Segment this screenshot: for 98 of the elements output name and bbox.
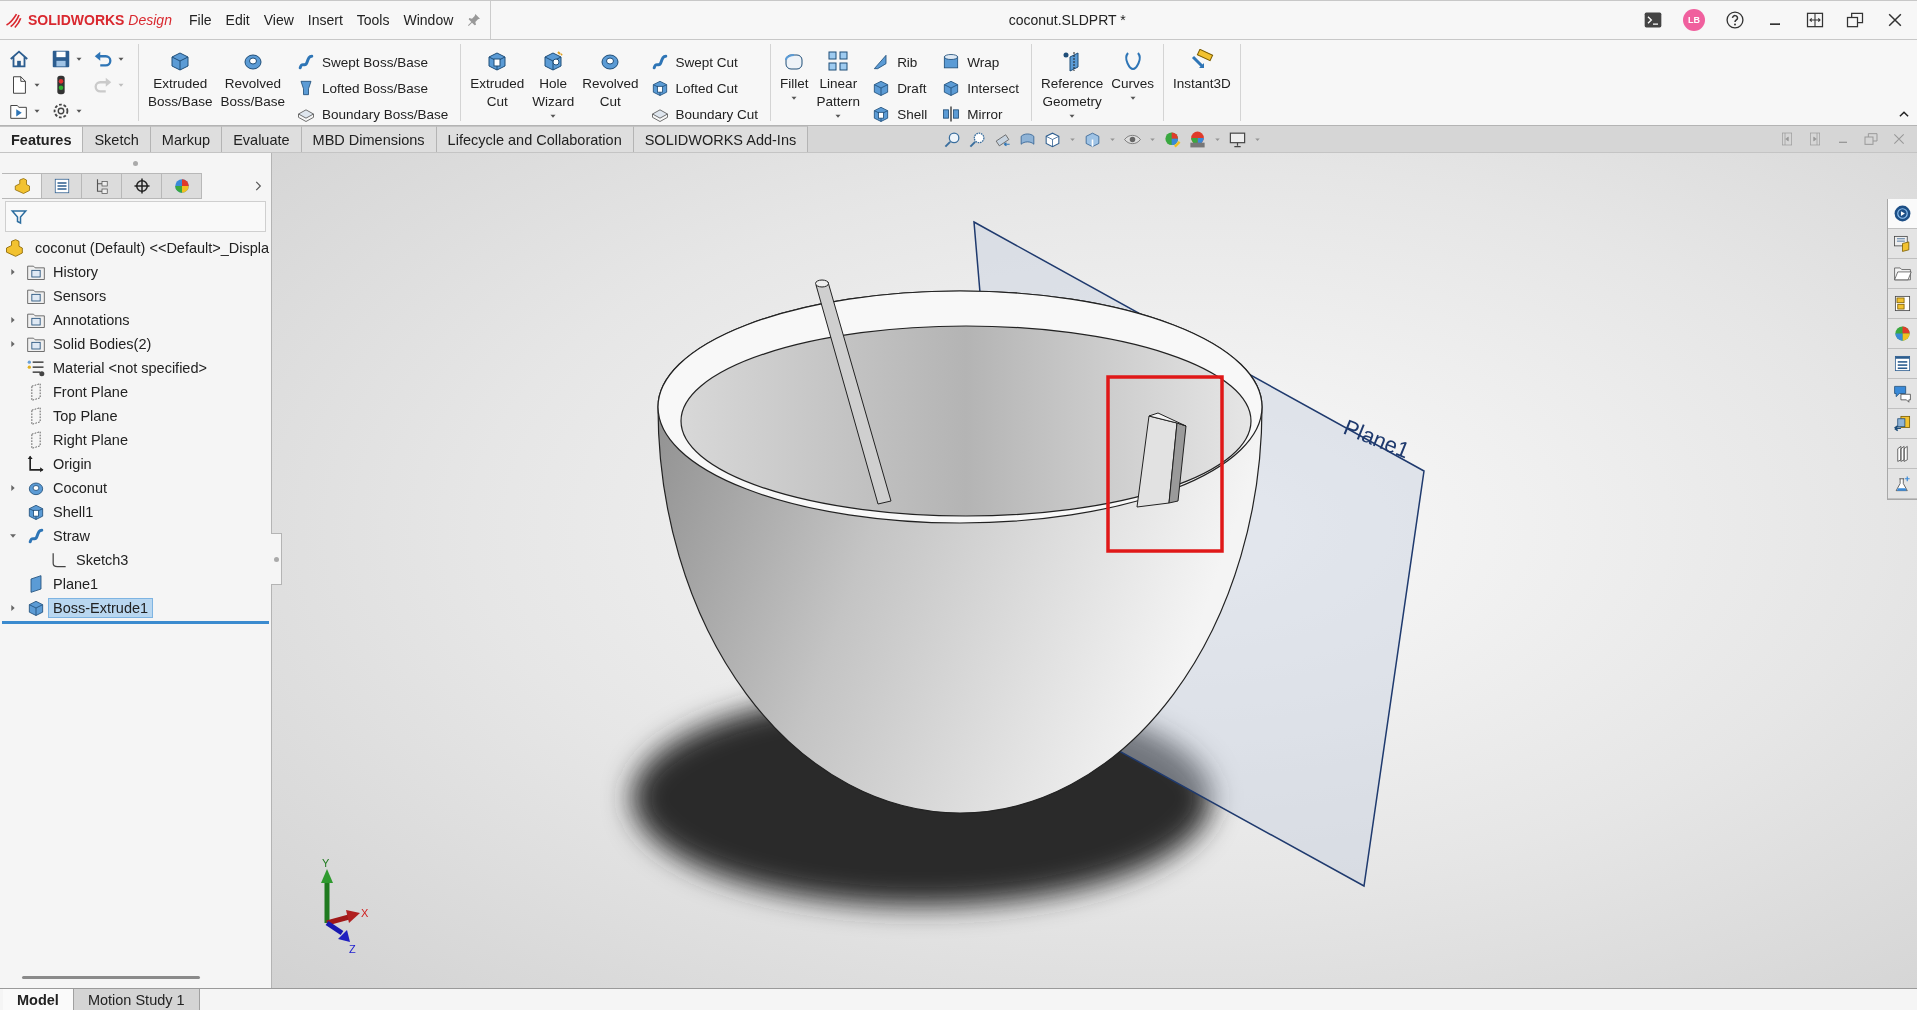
crosshair-icon (132, 177, 151, 195)
command-tab[interactable]: Markup (150, 126, 223, 152)
command-tab[interactable]: Evaluate (222, 126, 302, 152)
bottom-tab[interactable]: Motion Study 1 (73, 989, 200, 1010)
appearance-ball-icon[interactable] (1163, 129, 1183, 149)
chat-bubbles-icon (1893, 384, 1912, 403)
ribbon-button[interactable]: Linear Pattern (813, 49, 864, 123)
menu-item[interactable]: Edit (218, 12, 257, 28)
menu-item[interactable]: Window (396, 12, 461, 28)
axis-label: X (361, 907, 369, 919)
tree-item[interactable]: Boss-Extrude1 (48, 598, 154, 618)
app-logo: SOLIDWORKS Design (28, 12, 172, 28)
ribbon-button[interactable]: Intersect (939, 75, 1021, 101)
x-axis-arrow (326, 910, 360, 926)
grid-squares-icon (826, 49, 851, 73)
flask-icon (1893, 474, 1912, 493)
panel-collapse-handle[interactable] (271, 533, 282, 585)
command-tab[interactable]: Features (0, 126, 84, 152)
home-icon[interactable] (8, 48, 30, 70)
tree-item[interactable]: Sensors (48, 286, 112, 306)
hollow-cube-icon (26, 502, 46, 522)
scrollbar-thumb[interactable] (22, 975, 200, 979)
tree-item[interactable]: Sketch3 (71, 550, 134, 570)
ribbon-button[interactable]: Wrap (939, 49, 1021, 75)
menu-item[interactable]: View (256, 12, 301, 28)
ribbon-button[interactable]: Rib (869, 49, 930, 75)
ribbon-button[interactable]: Fillet (777, 49, 812, 105)
ribbon-button[interactable]: Curves (1108, 49, 1157, 105)
mirror-icon (941, 104, 962, 124)
restore-icon[interactable] (1845, 10, 1865, 30)
scene-icon[interactable] (1188, 129, 1208, 149)
property-list-icon (1893, 354, 1912, 373)
color-wheel-icon (172, 177, 191, 195)
window-title: coconut.SLDPRT * (1007, 12, 1127, 28)
ribbon-button[interactable]: Draft (869, 75, 930, 101)
ribbon-button[interactable]: Instant3D (1170, 49, 1234, 93)
ribbon-button[interactable]: Mirror (939, 101, 1021, 127)
menu-item[interactable]: Insert (300, 12, 350, 28)
view-palette-icon (1893, 294, 1912, 313)
bottom-tab[interactable]: Model (3, 989, 74, 1010)
ribbon-button[interactable]: Swept Boss/Base (294, 49, 451, 75)
tree-item[interactable]: Solid Bodies(2) (48, 334, 157, 354)
command-tab[interactable]: MBD Dimensions (301, 126, 437, 152)
globe-icon (1893, 204, 1912, 223)
ribbon-button[interactable]: Extruded Boss/Base (145, 49, 216, 111)
tree-item[interactable]: Plane1 (48, 574, 104, 594)
ribbon-button[interactable]: Swept Cut (647, 49, 761, 75)
tree-item[interactable]: Coconut (48, 478, 112, 498)
tree-item[interactable]: Material <not specified> (48, 358, 212, 378)
ribbon-button[interactable]: Boundary Boss/Base (294, 101, 451, 127)
tree-item[interactable]: Origin (48, 454, 97, 474)
axes-icon (26, 454, 46, 474)
menu-item[interactable]: Tools (349, 12, 397, 28)
cube-with-hole-icon (541, 49, 566, 73)
ribbon-button[interactable]: Revolved Cut (579, 49, 642, 111)
tree-item[interactable]: Top Plane (48, 406, 123, 426)
tree-item[interactable]: History (48, 262, 104, 282)
ribbon-button[interactable]: Reference Geometry (1037, 49, 1107, 123)
ribbon-button[interactable]: Lofted Boss/Base (294, 75, 451, 101)
model-drawing[interactable] (657, 220, 1425, 888)
part-icon (12, 177, 31, 195)
tree-item[interactable]: Annotations (48, 310, 135, 330)
tree-item[interactable]: Front Plane (48, 382, 133, 402)
tree-item[interactable]: Right Plane (48, 430, 133, 450)
z-axis-arrow (325, 920, 350, 942)
parts-exchange-icon (1893, 414, 1912, 433)
tree-item[interactable]: Straw (48, 526, 96, 546)
color-ball-icon (1893, 324, 1912, 343)
list-icon (26, 358, 46, 378)
ribbon-button[interactable]: Hole Wizard (529, 49, 578, 123)
ribbon-button[interactable]: Boundary Cut (647, 101, 761, 127)
command-prompt-icon[interactable] (1643, 10, 1663, 30)
ribbon-button[interactable]: Lofted Cut (647, 75, 761, 101)
splitter-handle[interactable] (133, 160, 138, 166)
manager-tab[interactable] (122, 173, 162, 199)
y-axis-arrow (321, 869, 333, 923)
property-list-icon (52, 177, 71, 195)
tree-item[interactable]: Shell1 (48, 502, 99, 522)
cube-icon (26, 598, 46, 618)
pin-icon[interactable] (466, 12, 483, 28)
filter-field[interactable] (5, 201, 266, 232)
ribbon-button[interactable]: Revolved Boss/Base (217, 49, 289, 111)
folder-icon (1893, 264, 1912, 283)
tree-item[interactable]: coconut (Default) <<Default>_Displa (30, 238, 275, 258)
axis-label: Y (322, 857, 330, 869)
menu-item[interactable]: File (182, 12, 219, 28)
ribbon-button[interactable]: Extruded Cut (467, 49, 528, 111)
part-icon (4, 238, 24, 258)
task-pane-tab[interactable] (1888, 199, 1917, 229)
filter-icon (10, 207, 28, 226)
library-icon (1893, 234, 1912, 253)
command-tab[interactable]: SOLIDWORKS Add-Ins (633, 126, 809, 152)
help-icon[interactable] (1725, 10, 1745, 30)
command-tab[interactable]: Lifecycle and Collaboration (436, 126, 634, 152)
split-view-icon[interactable] (1805, 10, 1825, 30)
command-tab[interactable]: Sketch (83, 126, 151, 152)
axis-label: Z (349, 943, 356, 955)
s-curve-icon (26, 526, 46, 546)
